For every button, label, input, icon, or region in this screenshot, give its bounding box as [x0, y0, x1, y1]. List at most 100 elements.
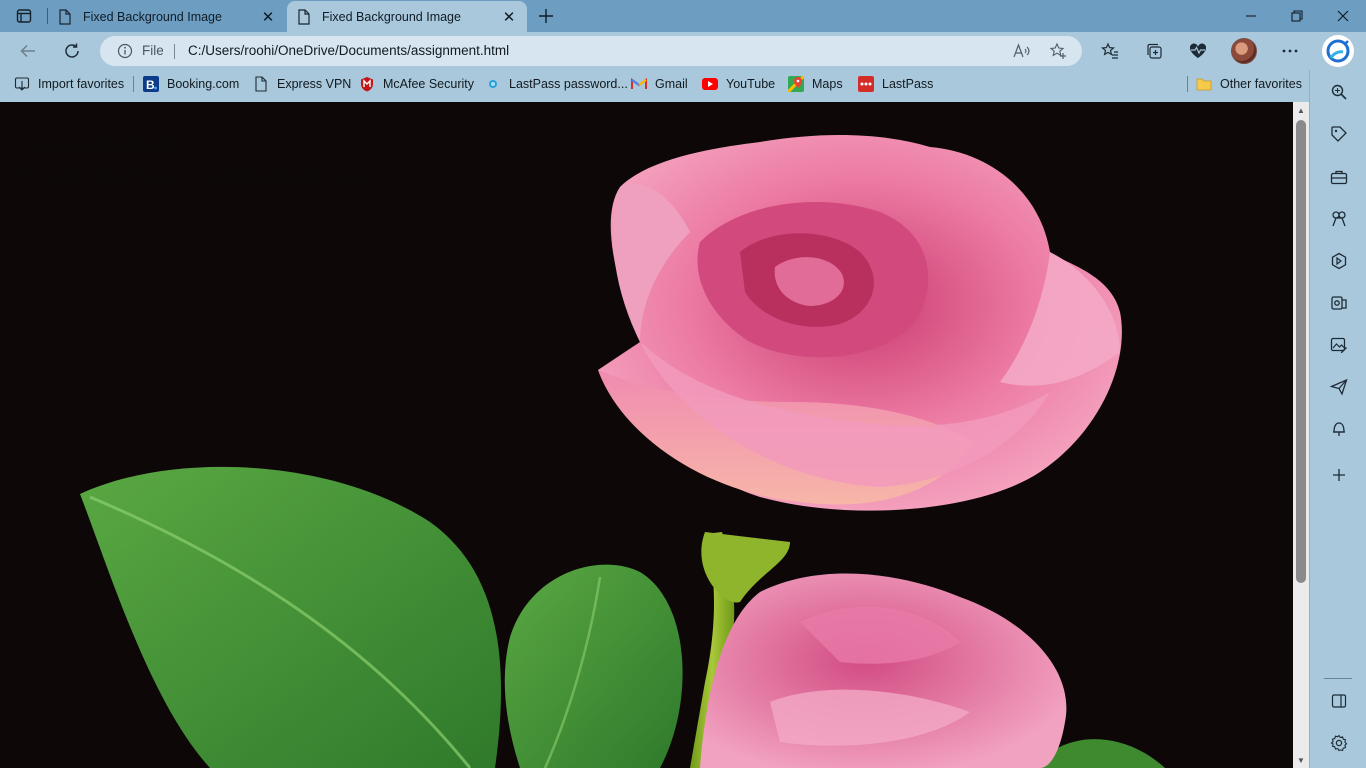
avatar — [1231, 38, 1257, 64]
close-icon — [1337, 10, 1349, 22]
booking-icon: B — [143, 76, 159, 92]
tab-actions-icon — [16, 9, 32, 23]
outlook-icon — [1331, 296, 1347, 310]
other-favorites-folder[interactable]: Other favorites — [1196, 74, 1302, 94]
favorite-label: McAfee Security — [383, 77, 475, 91]
favorite-mcafee[interactable]: McAfee Security — [359, 74, 474, 94]
sidebar-add-button[interactable] — [1323, 459, 1355, 491]
panel-icon — [1331, 694, 1347, 708]
sidebar-drop-button[interactable] — [1323, 371, 1355, 403]
browser-essentials-button[interactable] — [1182, 35, 1214, 67]
bing-icon — [1326, 39, 1350, 63]
favorite-maps[interactable]: Maps — [788, 74, 843, 94]
tab-strip: Fixed Background Image ✕ Fixed Backgroun… — [0, 0, 1366, 32]
restore-icon — [1291, 10, 1303, 22]
sidebar-shopping-button[interactable] — [1323, 118, 1355, 150]
restore-button[interactable] — [1274, 0, 1320, 32]
sidebar-designer-button[interactable] — [1323, 329, 1355, 361]
profile-button[interactable] — [1228, 35, 1260, 67]
tab-close-button[interactable]: ✕ — [260, 9, 276, 26]
content-paragraph-1: This is the content of the page. — [19, 136, 186, 151]
plus-icon — [1333, 469, 1345, 481]
office-icon — [1331, 252, 1347, 270]
favorite-import[interactable]: Import favorites — [14, 74, 124, 94]
other-favorites-label: Other favorites — [1220, 77, 1302, 91]
scheme-label: File — [142, 43, 164, 58]
page-icon — [298, 8, 310, 25]
favorite-youtube[interactable]: YouTube — [702, 74, 775, 94]
star-add-icon — [1049, 42, 1066, 59]
tab-actions-button[interactable] — [8, 4, 40, 28]
sidebar-search-button[interactable] — [1323, 76, 1355, 108]
scrollbar-thumb[interactable] — [1296, 120, 1306, 583]
folder-icon — [1196, 76, 1212, 92]
sidebar-divider — [1324, 678, 1352, 679]
favorite-label: Import favorites — [38, 77, 125, 91]
favorite-label: LastPass password... — [509, 77, 628, 91]
sidebar-office-button[interactable] — [1323, 245, 1355, 277]
refresh-button[interactable] — [56, 35, 88, 67]
navigation-toolbar: File C:/Users/roohi/OneDrive/Documents/a… — [0, 32, 1366, 70]
toolbox-icon — [1330, 170, 1348, 185]
mcafee-icon — [359, 76, 375, 92]
favorites-separator — [1187, 76, 1188, 92]
address-bar[interactable]: File C:/Users/roohi/OneDrive/Documents/a… — [100, 36, 1082, 66]
read-aloud-button[interactable] — [1012, 41, 1032, 61]
more-icon — [1282, 49, 1298, 53]
vertical-scrollbar[interactable]: ▲ ▼ — [1293, 102, 1309, 768]
page-viewport[interactable]: This is the content of the page. You can… — [0, 102, 1293, 768]
heart-pulse-icon — [1189, 43, 1207, 58]
favorite-booking[interactable]: B Booking.com — [143, 74, 239, 94]
sidebar-games-button[interactable] — [1323, 203, 1355, 235]
address-separator — [174, 44, 175, 59]
minimize-button[interactable] — [1228, 0, 1274, 32]
favorite-label: Gmail — [655, 77, 688, 91]
refresh-icon — [65, 43, 79, 58]
leaf-small — [504, 564, 683, 768]
lastpass-icon — [858, 76, 874, 92]
favorite-lastpass-password[interactable]: LastPass password... — [485, 74, 628, 94]
sidebar-tools-button[interactable] — [1323, 161, 1355, 193]
favorite-label: YouTube — [726, 77, 776, 91]
edge-sidebar — [1309, 70, 1366, 768]
favorite-express-vpn[interactable]: Express VPN — [253, 74, 351, 94]
sidebar-notifications-button[interactable] — [1323, 413, 1355, 445]
scroll-down-arrow-icon[interactable]: ▼ — [1293, 752, 1309, 768]
page-icon — [253, 76, 269, 92]
bell-tree-icon — [1333, 422, 1345, 436]
scroll-up-arrow-icon[interactable]: ▲ — [1293, 102, 1309, 118]
new-tab-button[interactable] — [534, 4, 558, 28]
search-icon — [1331, 84, 1347, 100]
sidebar-outlook-button[interactable] — [1323, 287, 1355, 319]
add-favorite-button[interactable] — [1048, 41, 1068, 61]
plus-icon — [539, 9, 553, 23]
page-content: This is the content of the page. You can… — [19, 136, 366, 200]
close-window-button[interactable] — [1320, 0, 1366, 32]
favorites-separator — [133, 76, 134, 92]
collections-button[interactable] — [1138, 35, 1170, 67]
tab-close-button[interactable]: ✕ — [501, 9, 517, 26]
favorite-gmail[interactable]: Gmail — [631, 74, 688, 94]
favorite-label: Maps — [812, 77, 843, 91]
info-icon[interactable] — [117, 43, 133, 59]
tab-2-active[interactable]: Fixed Background Image ✕ — [287, 1, 527, 32]
favorites-bar: Import favorites B Booking.com Express V… — [0, 70, 1366, 98]
favorite-label: Booking.com — [167, 77, 240, 91]
import-icon — [14, 76, 30, 92]
sidebar-hide-button[interactable] — [1323, 685, 1355, 717]
url-text[interactable]: C:/Users/roohi/OneDrive/Documents/assign… — [188, 43, 509, 58]
sidebar-settings-button[interactable] — [1323, 727, 1355, 759]
youtube-icon — [702, 76, 718, 92]
tab-1[interactable]: Fixed Background Image ✕ — [48, 1, 286, 32]
favorite-label: LastPass — [882, 77, 934, 91]
image-edit-icon — [1330, 337, 1347, 353]
bing-copilot-button[interactable] — [1322, 35, 1354, 67]
favorite-label: Express VPN — [277, 77, 352, 91]
rose-background-image — [80, 135, 1165, 768]
page-icon — [59, 8, 71, 25]
back-button[interactable] — [12, 35, 44, 67]
favorites-button[interactable] — [1094, 35, 1126, 67]
favorite-lastpass[interactable]: LastPass — [858, 74, 933, 94]
settings-more-button[interactable] — [1274, 35, 1306, 67]
tab-title: Fixed Background Image — [83, 9, 222, 24]
